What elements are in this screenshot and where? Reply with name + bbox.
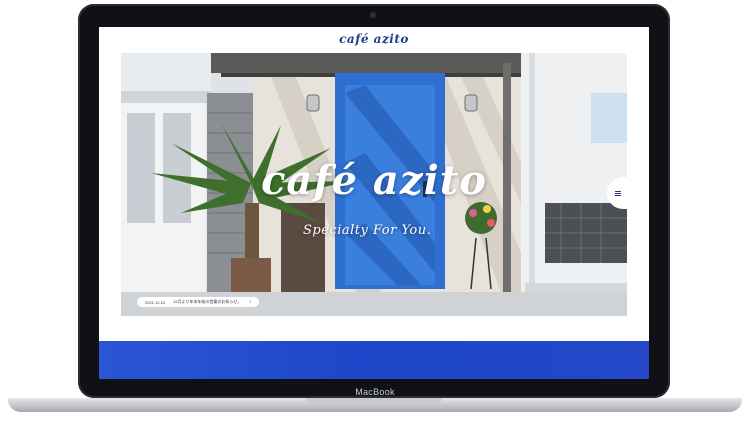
chevron-right-icon: › bbox=[249, 299, 251, 305]
hamburger-menu-icon bbox=[615, 190, 621, 196]
website-screen: café azito café azito Specialty For You.… bbox=[99, 27, 649, 379]
site-logo[interactable]: café azito bbox=[339, 32, 409, 46]
hero-title: café azito bbox=[261, 157, 487, 204]
news-date: 2021.12.10 bbox=[145, 299, 166, 305]
device-brand-label: MacBook bbox=[355, 387, 395, 397]
news-ticker[interactable]: 2021.12.10 12月より年末年始の営業のお知らせ。 › bbox=[137, 297, 259, 307]
site-header: café azito bbox=[99, 27, 649, 51]
hero-image: café azito Specialty For You. 2021.12.10… bbox=[121, 53, 627, 316]
screen-lid: café azito café azito Specialty For You.… bbox=[78, 4, 670, 398]
laptop-mockup: café azito café azito Specialty For You.… bbox=[0, 0, 750, 422]
base-notch bbox=[306, 398, 442, 404]
news-text: 12月より年末年始の営業のお知らせ。 bbox=[173, 299, 242, 304]
camera-icon bbox=[370, 12, 376, 18]
blue-section-band bbox=[99, 341, 649, 379]
hero-tagline: Specialty For You. bbox=[303, 223, 432, 238]
